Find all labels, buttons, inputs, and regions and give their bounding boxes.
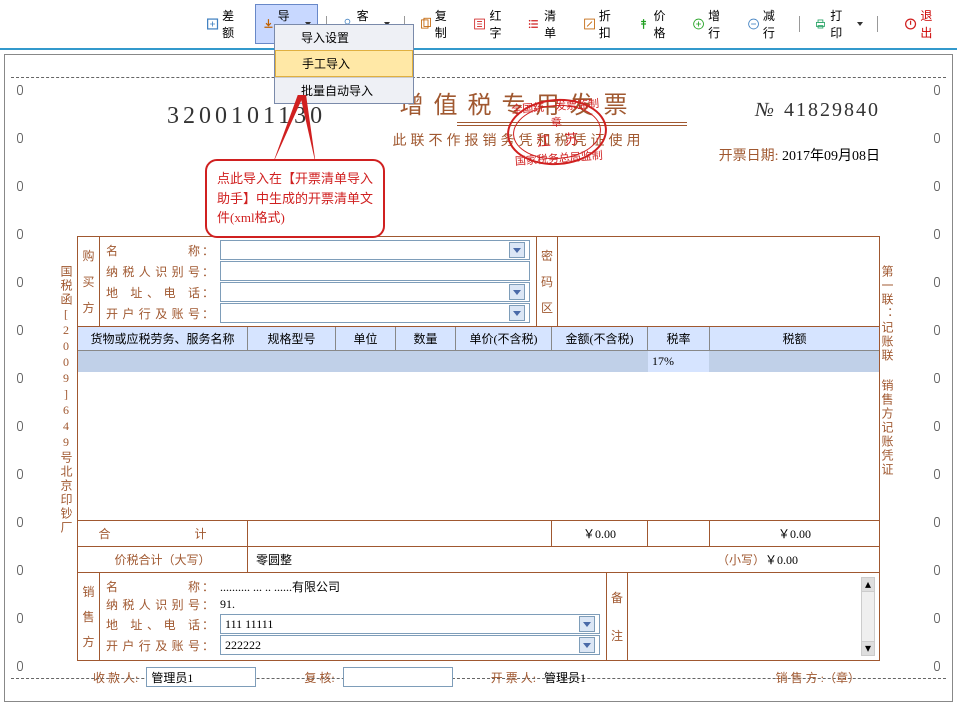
buyer-section: 购买方 名 称： 纳税人识别号： 地 址、电 话： 开户行及账号： 密码区: [78, 237, 879, 327]
copy-button[interactable]: 复制: [413, 5, 464, 43]
seller-addr-input[interactable]: 111 11111: [220, 614, 600, 634]
small-label: （小写）: [717, 553, 765, 567]
red-button[interactable]: 红字: [467, 5, 518, 43]
capital-row: 价税合计（大写） 零圆整 （小写）￥0.00: [78, 547, 879, 573]
help-callout: 点此导入在【开票清单导入助手】中生成的开票清单文件(xml格式): [205, 159, 385, 238]
toolbar: 差额 导入 客户 复制 红字 清单 折扣 价格 增行 减行 打印 退出: [0, 0, 957, 50]
payee-label: 收 款 人:: [93, 669, 138, 686]
invoice-number: №41829840: [755, 99, 880, 122]
col-tax: 税额: [710, 327, 879, 351]
seller-section: 销售方 名 称：.......... ... .. ......有限公司 纳税人…: [78, 573, 879, 660]
import-dropdown: 导入设置 手工导入 批量自动导入: [274, 24, 414, 104]
col-price: 单价(不含税): [456, 327, 552, 351]
discount-button[interactable]: 折扣: [577, 5, 628, 43]
col-unit: 单位: [336, 327, 396, 351]
buyer-addr-input[interactable]: [220, 282, 530, 302]
dropdown-icon[interactable]: [579, 637, 595, 653]
invoice: 3200101130 增值税专用发票 此联不作报销务凭和税凭证使用 №41829…: [77, 85, 880, 687]
buyer-�-input[interactable]: [220, 303, 530, 323]
addrow-button[interactable]: 增行: [686, 5, 737, 43]
seller-taxid-value: 91.: [220, 597, 235, 612]
remark-label: 备注: [606, 573, 628, 660]
right-margin-text: 第一联：记账联 销售方记账凭证: [882, 265, 896, 477]
drawer-label: 开 票 人:: [491, 669, 536, 686]
seller-bank-input[interactable]: 222222: [220, 635, 600, 655]
dropdown-icon[interactable]: [579, 616, 595, 632]
seller-label: 销售方: [78, 573, 100, 660]
items-grid: 货物或应税劳务、服务名称 规格型号 单位 数量 单价(不含税) 金额(不含税) …: [78, 327, 879, 521]
grid-row[interactable]: 17%: [78, 351, 879, 372]
payee-input[interactable]: 管理员1: [146, 667, 256, 687]
col-rate: 税率: [648, 327, 710, 351]
dropdown-item-manual-import[interactable]: 手工导入: [275, 50, 413, 77]
list-button[interactable]: 清单: [522, 5, 573, 43]
dropdown-item-import-settings[interactable]: 导入设置: [275, 25, 413, 50]
scroll-down-icon[interactable]: ▾: [862, 641, 874, 655]
seller-bank-label: 开户行及账号: [106, 637, 202, 654]
seller-addr-label: 地 址、电 话: [106, 616, 202, 633]
reviewer-input[interactable]: [343, 667, 453, 687]
drawer-value: 管理员1: [544, 669, 586, 686]
exit-button[interactable]: 退出: [898, 5, 949, 43]
buyer-label: 购买方: [78, 237, 100, 326]
delrow-button[interactable]: 减行: [741, 5, 792, 43]
col-goods: 货物或应税劳务、服务名称: [78, 327, 248, 351]
dropdown-icon[interactable]: [509, 305, 525, 321]
total-tax: ￥0.00: [710, 521, 879, 546]
buyer-taxid-label: 纳税人识别号: [106, 263, 202, 280]
footer: 收 款 人: 管理员1 复 核: 开 票 人: 管理员1 销 售 方 :（章）: [77, 667, 880, 687]
dropdown-icon[interactable]: [509, 242, 525, 258]
invoice-body: 购买方 名 称： 纳税人识别号： 地 址、电 话： 开户行及账号： 密码区 货物…: [77, 236, 880, 661]
seller-stamp-label: 销 售 方 :（章）: [776, 669, 860, 686]
invoice-date: 开票日期: 2017年09月08日: [719, 145, 880, 165]
buyer-name-input[interactable]: [220, 240, 530, 260]
scrollbar[interactable]: ▴ ▾: [861, 577, 875, 656]
print-button[interactable]: 打印: [808, 5, 869, 43]
small-value: ￥0.00: [765, 553, 798, 567]
totals-label: 合 计: [78, 521, 248, 546]
price-button[interactable]: 价格: [631, 5, 682, 43]
col-qty: 数量: [396, 327, 456, 351]
reviewer-label: 复 核:: [304, 669, 334, 686]
col-spec: 规格型号: [248, 327, 336, 351]
seller-name-value: .......... ... .. ......有限公司: [220, 578, 340, 595]
buyer-name-label: 名 称: [106, 242, 202, 259]
dropdown-icon[interactable]: [509, 284, 525, 300]
seller-name-label: 名 称: [106, 578, 202, 595]
col-amount: 金额(不含税): [552, 327, 648, 351]
capital-label: 价税合计（大写）: [78, 547, 248, 572]
total-amount: ￥0.00: [552, 521, 648, 546]
left-margin-text: 国税函[2009]649号北京印钞厂: [61, 265, 75, 535]
totals-row: 合 计 ￥0.00 ￥0.00: [78, 521, 879, 547]
buyer-taxid-input[interactable]: [220, 261, 530, 281]
grid-header: 货物或应税劳务、服务名称 规格型号 单位 数量 单价(不含税) 金额(不含税) …: [78, 327, 879, 351]
buyer-addr-label: 地 址、电 话: [106, 284, 202, 301]
balance-button[interactable]: 差额: [200, 5, 251, 43]
capital-value: 零圆整: [248, 547, 709, 572]
document-canvas: document.write(Array.from({length:13},(_…: [4, 54, 953, 702]
rate-cell[interactable]: 17%: [648, 351, 710, 372]
buyer-bank-label: 开户行及账号: [106, 305, 202, 322]
password-label: 密码区: [536, 237, 558, 326]
scroll-up-icon[interactable]: ▴: [862, 578, 874, 592]
caret-down-icon: [857, 22, 863, 26]
seller-taxid-label: 纳税人识别号: [106, 596, 202, 613]
